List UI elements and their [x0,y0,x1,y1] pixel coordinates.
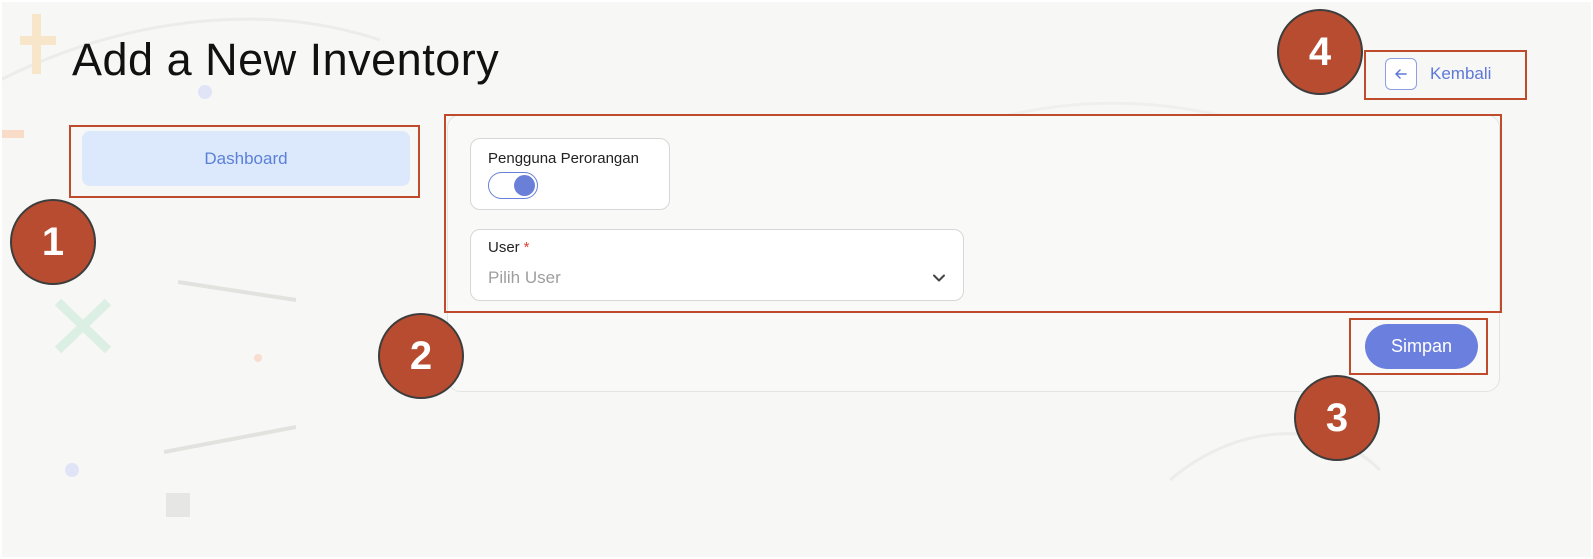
annotation-badge-4: 4 [1277,9,1363,95]
annotation-box-4 [1364,50,1527,100]
page-title: Add a New Inventory [72,34,500,85]
annotation-badge-2: 2 [378,313,464,399]
annotation-badge-1: 1 [10,199,96,285]
annotation-box-3 [1349,318,1488,375]
annotation-box-1 [69,125,420,198]
annotation-box-2 [444,114,1502,313]
annotation-badge-3: 3 [1294,375,1380,461]
